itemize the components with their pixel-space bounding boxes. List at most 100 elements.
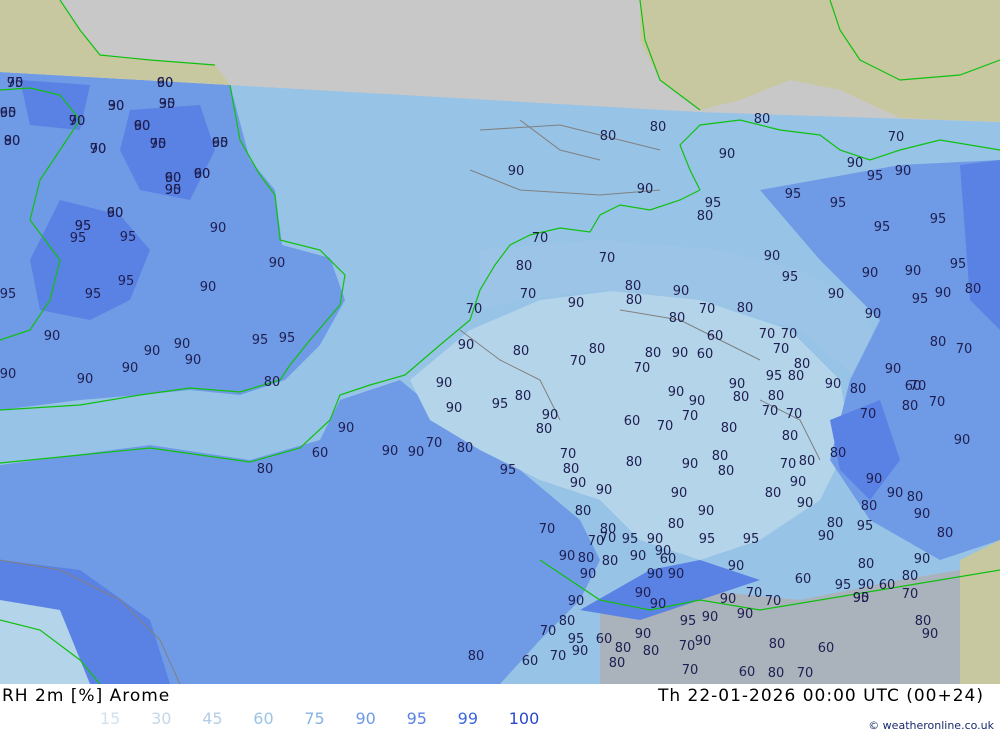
contour-label: 90 (44, 329, 61, 344)
contour-label: 90 (818, 529, 835, 544)
contour-label: 60 (522, 654, 539, 669)
contour-label: 90 (828, 287, 845, 302)
contour-label: 80 (799, 454, 816, 469)
contour-label: 90 (650, 597, 667, 612)
footer: RH 2m [%] Arome Th 22-01-2026 00:00 UTC … (0, 684, 1000, 733)
contour-label: 90 (922, 627, 939, 642)
contour-label: 95 (75, 219, 92, 234)
contour-label: 60 (739, 665, 756, 680)
contour-label: 90 (210, 221, 227, 236)
contour-label: 90 (954, 433, 971, 448)
contour-label: 70 (759, 327, 776, 342)
contour-label: 80 (768, 389, 785, 404)
contour-label: 60 (212, 136, 229, 151)
contour-label: 70 (588, 534, 605, 549)
contour-label: 80 (626, 293, 643, 308)
contour-label: 90 (559, 549, 576, 564)
contour-label: 90 (568, 594, 585, 609)
contour-label: 70 (7, 76, 24, 91)
contour-label: 60 (0, 106, 16, 121)
contour-label: 70 (532, 231, 549, 246)
contour-label: 90 (702, 610, 719, 625)
contour-label: 90 (668, 567, 685, 582)
contour-label: 90 (185, 353, 202, 368)
contour-label: 90 (682, 457, 699, 472)
contour-label: 70 (860, 407, 877, 422)
contour-label: 90 (508, 164, 525, 179)
contour-label: 60 (194, 167, 211, 182)
contour-label: 70 (682, 409, 699, 424)
contour-label: 90 (728, 559, 745, 574)
contour-label: 90 (673, 284, 690, 299)
legend-item: 45 (202, 709, 223, 728)
contour-label: 90 (797, 496, 814, 511)
contour-label: 80 (513, 344, 530, 359)
contour-label: 95 (835, 578, 852, 593)
color-legend: 15 30 45 60 75 90 95 99 100 (100, 709, 555, 728)
contour-label: 95 (500, 463, 517, 478)
contour-label: 90 (77, 372, 94, 387)
contour-label: 80 (575, 504, 592, 519)
contour-label: 80 (697, 209, 714, 224)
contour-label: 70 (781, 327, 798, 342)
contour-label: 90 (719, 147, 736, 162)
contour-label: 70 (797, 666, 814, 681)
contour-label: 90 (382, 444, 399, 459)
contour-label: 90 (436, 376, 453, 391)
contour-label: 95 (252, 333, 269, 348)
contour-label: 70 (540, 624, 557, 639)
contour-label: 80 (600, 129, 617, 144)
contour-label: 95 (874, 220, 891, 235)
contour-label: 90 (862, 266, 879, 281)
contour-label: 80 (737, 301, 754, 316)
contour-label: 80 (754, 112, 771, 127)
contour-label: 70 (150, 137, 167, 152)
contour-label: 90 (596, 483, 613, 498)
contour-label: 90 (672, 346, 689, 361)
contour-label: 90 (847, 156, 864, 171)
contour-label: 80 (559, 614, 576, 629)
contour-label: 80 (625, 279, 642, 294)
contour-label: 80 (609, 656, 626, 671)
contour-label: 90 (200, 280, 217, 295)
contour-label: 80 (515, 389, 532, 404)
legend-item: 100 (508, 709, 540, 728)
contour-label: 90 (446, 401, 463, 416)
contour-label: 90 (698, 504, 715, 519)
contour-label: 90 (671, 486, 688, 501)
contour-label: 90 (568, 296, 585, 311)
legend-item: 95 (406, 709, 427, 728)
contour-label: 30 (159, 97, 176, 112)
contour-label: 90 (790, 475, 807, 490)
contour-label: 80 (794, 357, 811, 372)
contour-label: 90 (737, 607, 754, 622)
contour-label: 70 (956, 342, 973, 357)
contour-label: 80 (516, 259, 533, 274)
contour-label: 95 (85, 287, 102, 302)
contour-label: 60 (697, 347, 714, 362)
contour-label: 95 (930, 212, 947, 227)
contour-label: 60 (107, 206, 124, 221)
contour-label: 95 (782, 270, 799, 285)
contour-label: 60 (660, 552, 677, 567)
contour-label: 80 (257, 462, 274, 477)
contour-label: 90 (144, 344, 161, 359)
contour-label: 80 (264, 375, 281, 390)
contour-label: 60 (624, 414, 641, 429)
contour-label: 95 (766, 369, 783, 384)
contour-label: 70 (426, 436, 443, 451)
credit-link[interactable]: © weatheronline.co.uk (868, 719, 994, 732)
contour-label: 90 (630, 549, 647, 564)
contour-label: 60 (596, 632, 613, 647)
contour-label: 80 (850, 382, 867, 397)
contour-label: 95 (857, 519, 874, 534)
contour-label: 90 (408, 445, 425, 460)
contour-label: 70 (765, 594, 782, 609)
contour-label: 80 (643, 644, 660, 659)
contour-label: 95 (622, 532, 639, 547)
contour-label: 90 (0, 367, 16, 382)
contour-label: 80 (721, 421, 738, 436)
contour-label: 80 (615, 641, 632, 656)
contour-label: 80 (765, 486, 782, 501)
contour-label: 80 (718, 464, 735, 479)
